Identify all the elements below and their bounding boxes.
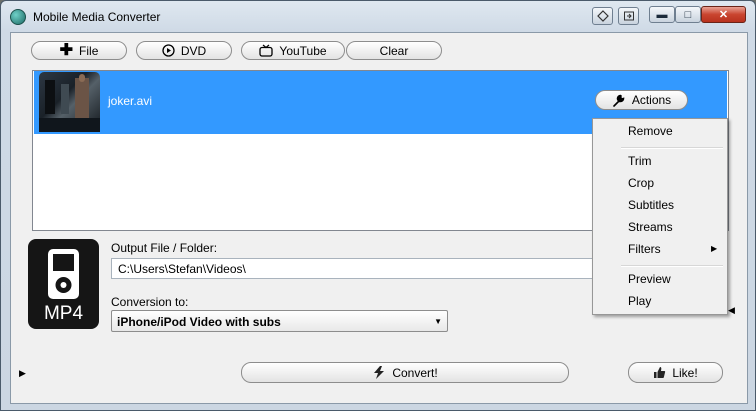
like-label: Like! [672,365,698,380]
menu-item-subtitles[interactable]: Subtitles [595,195,725,217]
dvd-button[interactable]: DVD [136,41,232,60]
add-file-button[interactable]: ✚ File [31,41,127,60]
dvd-label: DVD [180,43,207,58]
menu-item-play[interactable]: Play [595,291,725,313]
video-thumbnail [39,72,100,132]
convert-button[interactable]: Convert! [241,362,569,383]
like-button[interactable]: Like! [628,362,723,383]
clear-button[interactable]: Clear [346,41,442,60]
app-icon [10,9,26,25]
add-file-label: File [79,43,99,58]
conversion-select[interactable]: iPhone/iPod Video with subs ▼ [111,310,448,332]
format-badge: MP4 [28,239,99,329]
submenu-arrow-icon: ▶ [711,244,718,253]
play-circle-icon [162,44,175,57]
youtube-button[interactable]: YouTube [241,41,345,60]
minimize-button[interactable]: ▬ [649,6,675,23]
app-window: Mobile Media Converter ▬ □ ✕ ✚ File DVD … [0,0,756,411]
youtube-label: YouTube [279,43,327,58]
close-button[interactable]: ✕ [701,6,746,23]
convert-label: Convert! [392,365,438,380]
plus-icon: ✚ [59,41,74,59]
diamond-icon [596,10,609,22]
format-badge-label: MP4 [43,303,84,324]
tv-icon [259,44,274,57]
dropdown-arrow-icon: ▼ [434,317,442,326]
actions-menu: Remove Trim Crop Subtitles Streams Filte… [592,118,728,315]
lightning-icon [374,366,385,379]
pin-caption-icon[interactable] [618,7,639,25]
collapse-arrow-icon[interactable]: ◀ [728,305,735,316]
maximize-button[interactable]: □ [675,6,701,23]
clear-label: Clear [379,43,409,58]
menu-separator [621,265,723,267]
actions-label: Actions [631,93,672,107]
expand-arrow-icon[interactable]: ▶ [19,368,26,379]
menu-separator [621,147,723,149]
conversion-selected-value: iPhone/iPod Video with subs [117,315,281,329]
menu-item-streams[interactable]: Streams [595,217,725,239]
output-folder-label: Output File / Folder: [111,241,218,255]
file-name: joker.avi [108,94,153,108]
thumbs-up-icon [654,367,666,378]
menu-item-preview[interactable]: Preview [595,269,725,291]
conversion-label: Conversion to: [111,295,189,309]
window-title: Mobile Media Converter [33,10,161,24]
window-arrow-icon [623,11,634,21]
menu-item-filters[interactable]: Filters [595,239,725,261]
wrench-icon [613,94,625,107]
output-path-field[interactable]: C:\Users\Stefan\Videos\ [111,258,596,279]
menu-item-trim[interactable]: Trim [595,151,725,173]
title-bar[interactable]: Mobile Media Converter ▬ □ ✕ [1,1,756,31]
menu-item-remove[interactable]: Remove [595,121,725,143]
extra-caption-icon[interactable] [592,7,613,25]
actions-button[interactable]: Actions [595,90,688,110]
menu-item-crop[interactable]: Crop [595,173,725,195]
